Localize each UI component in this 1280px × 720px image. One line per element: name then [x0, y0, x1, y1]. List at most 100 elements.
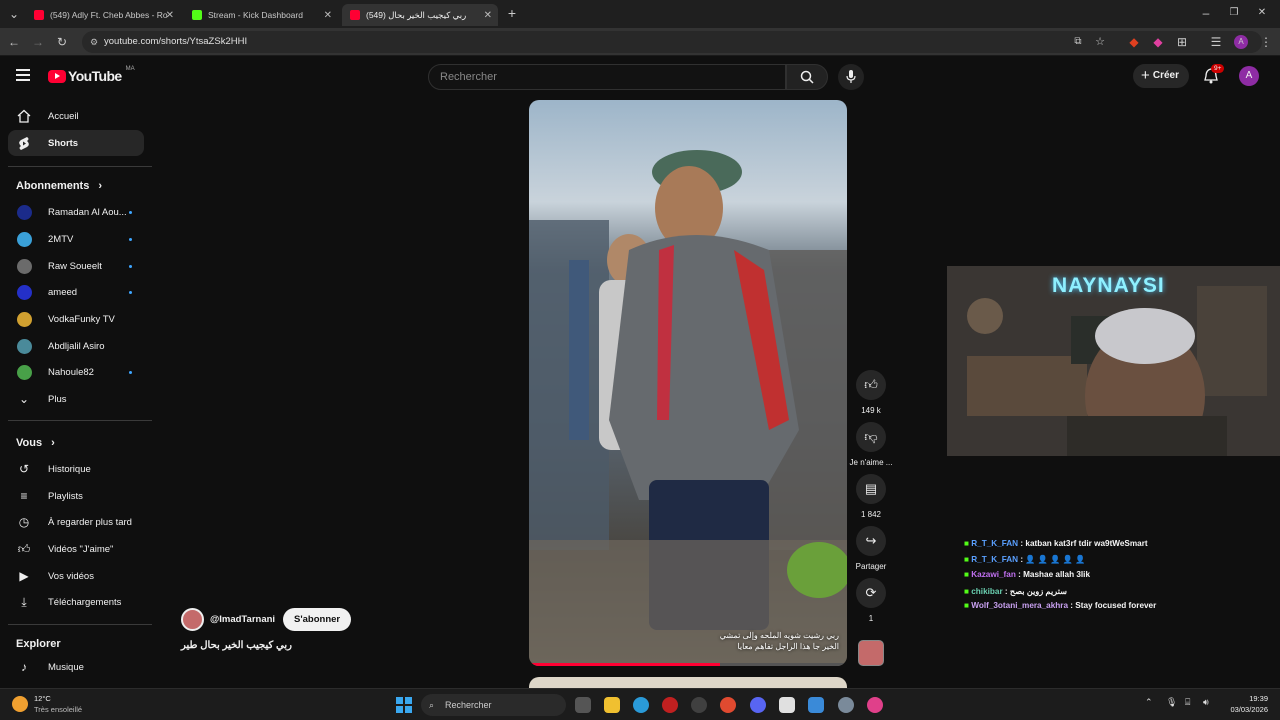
app-blue-icon[interactable]	[808, 697, 824, 713]
channel-avatar[interactable]	[181, 608, 204, 631]
voice-search-button[interactable]	[838, 64, 864, 90]
explore-header: Explorer	[16, 638, 61, 650]
install-icon[interactable]: ⧉	[1070, 34, 1086, 50]
weather-temp[interactable]: 12°C	[34, 694, 51, 703]
remix-button[interactable]: ⟳	[856, 578, 886, 608]
remix-count: 1	[868, 614, 874, 623]
reading-list-icon[interactable]: ☰	[1208, 34, 1224, 50]
sidebar-item-liked-videos[interactable]: 👍︎ Vidéos "J'aime"	[8, 536, 144, 562]
sidebar-item-subscription[interactable]: Raw Soueelt	[8, 253, 144, 279]
maximize-icon[interactable]: ❐	[1226, 5, 1242, 21]
video-icon: ▶	[19, 569, 29, 583]
browser-menu-icon[interactable]: ⋮	[1258, 34, 1274, 50]
microphone-tray-icon[interactable]: 🎙︎	[1166, 697, 1177, 708]
sidebar-item-shorts[interactable]: Shorts	[8, 130, 144, 156]
minimize-icon[interactable]: –	[1198, 5, 1214, 21]
video-progress-bar[interactable]	[529, 663, 847, 666]
chrome-icon[interactable]	[720, 697, 736, 713]
edge-icon[interactable]	[633, 697, 649, 713]
hamburger-menu-icon[interactable]	[16, 69, 30, 83]
browser-tab-3-active[interactable]: (549) ربي كيجيب الخير بحال ✕	[342, 4, 498, 26]
file-explorer-icon[interactable]	[604, 697, 620, 713]
close-window-icon[interactable]: ✕	[1254, 5, 1270, 21]
settings-gear-icon[interactable]	[838, 697, 854, 713]
taskbar-search-input[interactable]: ⌕ Rechercher	[421, 694, 566, 716]
close-tab-icon[interactable]: ✕	[484, 10, 492, 21]
youtube-wordmark: YouTube	[68, 68, 122, 84]
like-button[interactable]: 👍︎	[856, 370, 886, 400]
short-video-player[interactable]: ربي رشيت شويه الملحه وإلى تمشي الخير جا …	[529, 100, 847, 666]
sidebar-item-your-videos[interactable]: ▶ Vos vidéos	[8, 563, 144, 589]
next-short-preview[interactable]	[529, 677, 847, 688]
profile-avatar[interactable]: A	[1234, 35, 1248, 49]
browser-tab-2[interactable]: Stream - Kick Dashboard ✕	[184, 4, 338, 26]
subscriptions-header[interactable]: Abonnements ›	[16, 180, 102, 192]
app-white-icon[interactable]	[779, 697, 795, 713]
sidebar-item-playlists[interactable]: ≡ Playlists	[8, 483, 144, 509]
sidebar-item-subscription[interactable]: Ramadan Al Aou...	[8, 199, 144, 225]
sound-thumbnail[interactable]	[858, 640, 884, 666]
sidebar-item-subscription[interactable]: 2MTV	[8, 226, 144, 252]
forward-icon[interactable]: →	[30, 34, 46, 50]
volume-icon[interactable]: 🔊︎	[1203, 697, 1209, 708]
comments-button[interactable]: ▤	[856, 474, 886, 504]
weather-desc[interactable]: Très ensoleillé	[34, 705, 82, 714]
sidebar-item-label: Vidéos "J'aime"	[48, 543, 114, 555]
search-input[interactable]: Rechercher	[428, 64, 786, 90]
sidebar-item-downloads[interactable]: ⤓ Téléchargements	[8, 589, 144, 615]
create-button[interactable]: + Créer	[1133, 64, 1189, 88]
browser-toolbar: ← → ↻ ⚙ youtube.com/shorts/YtsaZSk2HHI ⧉…	[0, 28, 1280, 56]
task-view-icon[interactable]	[575, 697, 591, 713]
sidebar-item-music[interactable]: ♪ Musique	[8, 654, 144, 680]
notification-count-badge: 9+	[1211, 64, 1225, 73]
subscribe-button[interactable]: S'abonner	[283, 608, 352, 631]
bookmark-star-icon[interactable]: ☆	[1092, 34, 1108, 50]
sidebar-item-subscription[interactable]: Nahoule82	[8, 359, 144, 385]
sidebar-item-subscription[interactable]: ameed	[8, 279, 144, 305]
search-button[interactable]	[786, 64, 828, 90]
notifications-button[interactable]: 9+	[1203, 64, 1225, 84]
close-tab-icon[interactable]: ✕	[324, 10, 332, 21]
tab-search-icon[interactable]: ⌄	[6, 6, 22, 22]
sidebar-item-label: Ramadan Al Aou...	[48, 206, 127, 218]
youtube-logo[interactable]: YouTube MA	[48, 66, 135, 84]
sidebar-item-watch-later[interactable]: ◷ À regarder plus tard	[8, 509, 144, 535]
clock-time[interactable]: 19:39	[1220, 694, 1268, 703]
you-header[interactable]: Vous ›	[16, 437, 55, 449]
back-icon[interactable]: ←	[6, 34, 22, 50]
dislike-button[interactable]: 👎︎	[856, 422, 886, 452]
new-content-dot	[129, 264, 132, 268]
reload-icon[interactable]: ↻	[54, 34, 70, 50]
network-icon[interactable]: ⌸	[1185, 697, 1190, 708]
share-button[interactable]: ↪	[856, 526, 886, 556]
windows-start-icon[interactable]	[396, 697, 412, 713]
video-progress-fill	[529, 663, 720, 666]
app-pink-icon[interactable]	[867, 697, 883, 713]
account-avatar[interactable]: A	[1239, 66, 1259, 86]
chat-message: ■ R_T_K_FAN : katban kat3rf tdir wa9tWeS…	[964, 539, 1148, 548]
extension-1-icon[interactable]: ◆	[1126, 34, 1142, 50]
weather-sun-icon[interactable]	[12, 696, 28, 712]
obs-icon[interactable]	[691, 697, 707, 713]
browser-tab-1[interactable]: (549) Adly Ft. Cheb Abbes - Ro ✕	[26, 4, 180, 26]
channel-handle[interactable]: @ImadTarnani	[210, 614, 275, 625]
discord-icon[interactable]	[750, 697, 766, 713]
thumb-down-icon: 👎︎	[864, 429, 878, 444]
clock-date[interactable]: 03/03/2026	[1220, 705, 1268, 714]
extension-2-icon[interactable]: ◆	[1150, 34, 1166, 50]
site-info-icon[interactable]: ⚙	[90, 31, 98, 53]
sidebar-item-subscription[interactable]: Abdljalil Asiro	[8, 333, 144, 359]
thumb-up-icon: 👍︎	[864, 377, 878, 392]
sidebar-item-accueil[interactable]: Accueil	[8, 103, 144, 129]
short-title: ربي كيجيب الخير بحال طير	[181, 640, 292, 651]
sidebar-item-label: Raw Soueelt	[48, 260, 102, 272]
close-tab-icon[interactable]: ✕	[166, 10, 174, 21]
sidebar-item-subscription[interactable]: VodkaFunky TV	[8, 306, 144, 332]
new-tab-icon[interactable]: +	[504, 5, 520, 21]
sidebar-item-more[interactable]: ⌄ Plus	[8, 386, 144, 412]
sidebar-item-history[interactable]: ↺ Historique	[8, 456, 144, 482]
chevron-up-icon[interactable]: ⌃	[1145, 697, 1153, 708]
comment-count: 1 842	[860, 510, 882, 519]
app-red-icon[interactable]	[662, 697, 678, 713]
extensions-icon[interactable]: ⊞	[1174, 34, 1190, 50]
